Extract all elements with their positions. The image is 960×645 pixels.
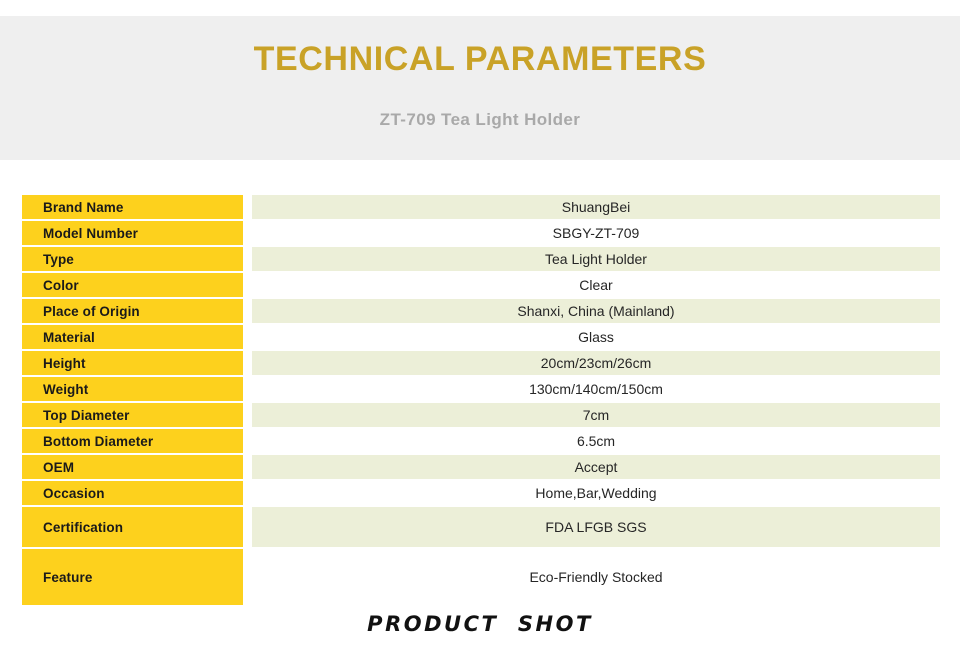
table-row: Type Tea Light Holder: [22, 247, 940, 271]
table-row: OEM Accept: [22, 455, 940, 479]
table-row: Certification FDA LFGB SGS: [22, 507, 940, 547]
spec-label: Model Number: [22, 221, 243, 245]
spec-label: Top Diameter: [22, 403, 243, 427]
table-row: Occasion Home,Bar,Wedding: [22, 481, 940, 505]
spec-value: 6.5cm: [252, 429, 940, 453]
table-row: Feature Eco-Friendly Stocked: [22, 549, 940, 605]
spec-label: Feature: [22, 549, 243, 605]
spec-label: Bottom Diameter: [22, 429, 243, 453]
table-row: Brand Name ShuangBei: [22, 195, 940, 219]
spec-value: ShuangBei: [252, 195, 940, 219]
spec-label: Color: [22, 273, 243, 297]
spec-value: Glass: [252, 325, 940, 349]
header-band: [0, 16, 960, 160]
spec-label: Material: [22, 325, 243, 349]
spec-table: Brand Name ShuangBei Model Number SBGY-Z…: [22, 195, 940, 607]
product-shot-caption: PRODUCT SHOT: [367, 612, 593, 636]
spec-value: Tea Light Holder: [252, 247, 940, 271]
spec-value: Eco-Friendly Stocked: [252, 549, 940, 605]
spec-value: Clear: [252, 273, 940, 297]
table-row: Top Diameter 7cm: [22, 403, 940, 427]
spec-label: OEM: [22, 455, 243, 479]
spec-label: Height: [22, 351, 243, 375]
spec-value: Accept: [252, 455, 940, 479]
table-row: Material Glass: [22, 325, 940, 349]
spec-value: 20cm/23cm/26cm: [252, 351, 940, 375]
spec-label: Occasion: [22, 481, 243, 505]
page-subtitle: ZT-709 Tea Light Holder: [379, 110, 581, 129]
spec-value: SBGY-ZT-709: [252, 221, 940, 245]
table-row: Color Clear: [22, 273, 940, 297]
spec-label: Weight: [22, 377, 243, 401]
page-title: TECHNICAL PARAMETERS: [253, 40, 707, 78]
spec-value: 130cm/140cm/150cm: [252, 377, 940, 401]
spec-label: Type: [22, 247, 243, 271]
table-row: Bottom Diameter 6.5cm: [22, 429, 940, 453]
table-row: Height 20cm/23cm/26cm: [22, 351, 940, 375]
table-row: Place of Origin Shanxi, China (Mainland): [22, 299, 940, 323]
spec-value: 7cm: [252, 403, 940, 427]
spec-value: Shanxi, China (Mainland): [252, 299, 940, 323]
table-row: Model Number SBGY-ZT-709: [22, 221, 940, 245]
table-row: Weight 130cm/140cm/150cm: [22, 377, 940, 401]
spec-label: Certification: [22, 507, 243, 547]
spec-label: Place of Origin: [22, 299, 243, 323]
spec-label: Brand Name: [22, 195, 243, 219]
spec-value: FDA LFGB SGS: [252, 507, 940, 547]
spec-value: Home,Bar,Wedding: [252, 481, 940, 505]
